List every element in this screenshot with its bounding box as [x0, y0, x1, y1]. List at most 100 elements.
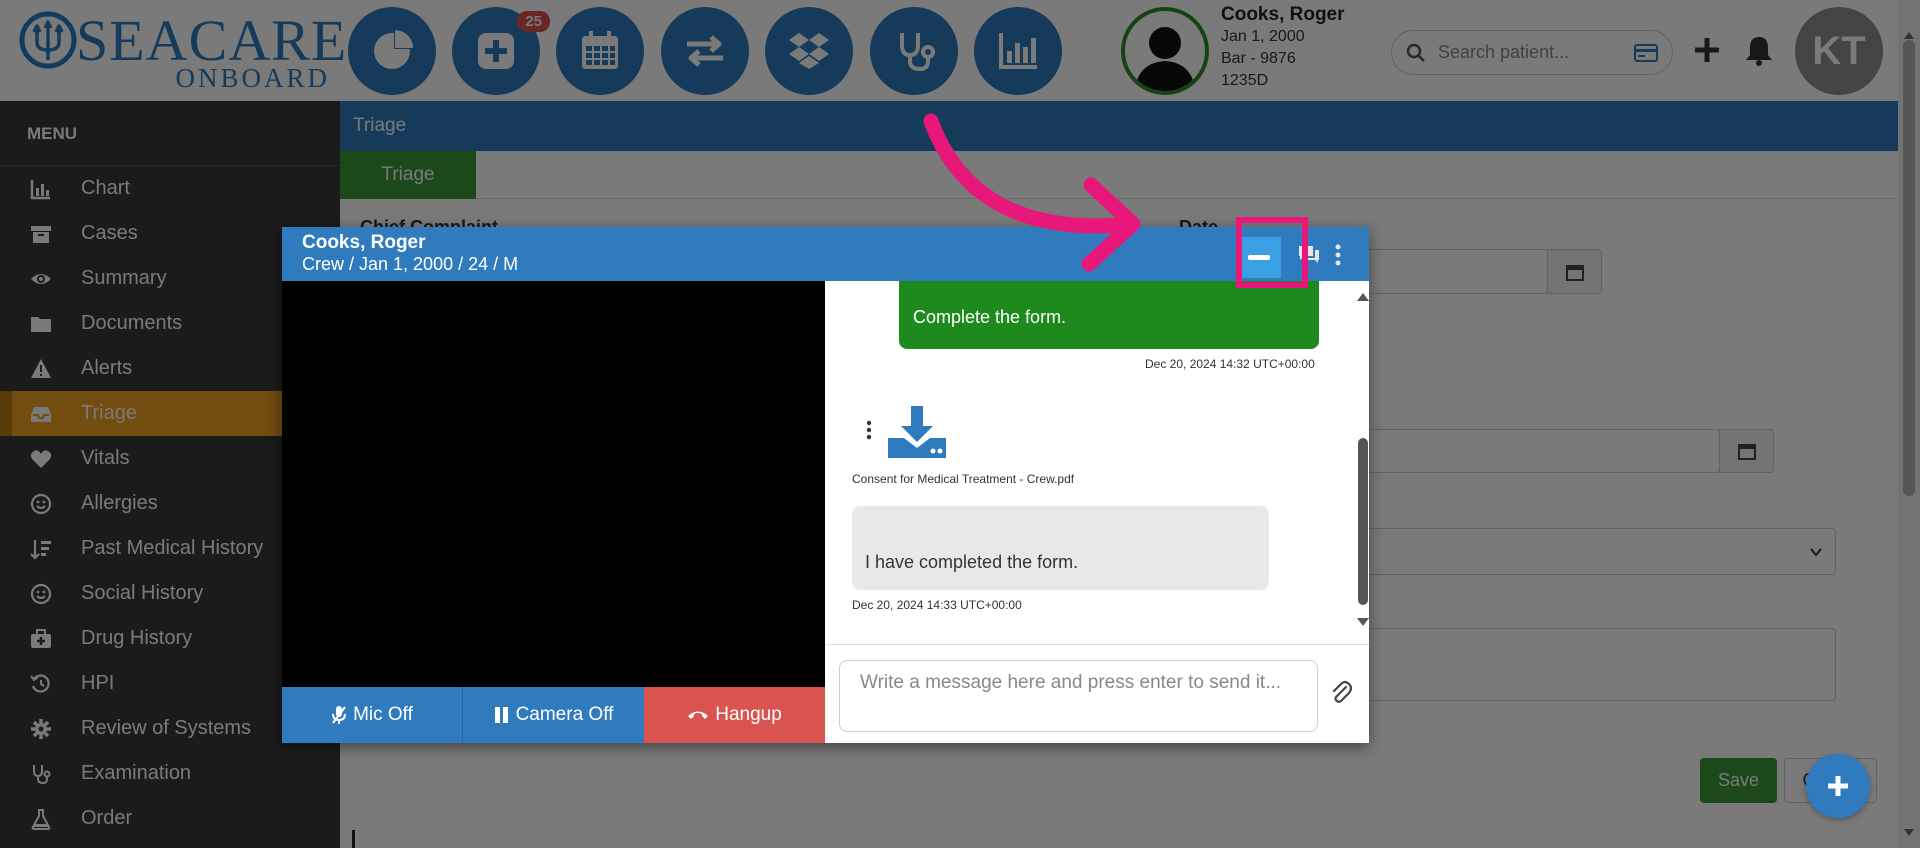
phone-hangup-icon	[688, 711, 709, 719]
bar-chart-icon	[30, 178, 52, 200]
floating-add-button[interactable]	[1806, 754, 1870, 818]
message-input[interactable]: Write a message here and press enter to …	[839, 660, 1318, 732]
call-patient-name: Cooks, Roger	[302, 232, 426, 253]
attachment-filename[interactable]: Consent for Medical Treatment - Crew.pdf	[852, 472, 1074, 486]
calendar-icon	[582, 31, 618, 69]
notification-count-badge: 25	[517, 11, 550, 32]
brand-name: SEACARE	[76, 8, 348, 73]
chat-panel: Complete the form. Dec 20, 2024 14:32 UT…	[825, 281, 1369, 743]
outgoing-message: Complete the form.	[899, 281, 1319, 349]
calendar-icon	[1565, 264, 1584, 281]
chat-scroll-up-icon[interactable]	[1356, 292, 1370, 302]
calendar-icon	[1737, 444, 1756, 460]
download-icon[interactable]	[888, 406, 946, 458]
calendar-button[interactable]	[556, 7, 644, 95]
inbox-icon	[30, 403, 52, 425]
page-title: Triage	[340, 101, 1898, 151]
call-patient-details: Crew / Jan 1, 2000 / 24 / M	[302, 254, 519, 274]
patient-avatar[interactable]	[1121, 7, 1209, 95]
save-button[interactable]: Save	[1700, 758, 1777, 803]
analytics-button[interactable]	[974, 7, 1062, 95]
medkit-icon	[30, 628, 52, 650]
video-feed	[282, 281, 825, 687]
sidebar-item-label: Order	[81, 807, 133, 829]
bell-icon	[1746, 37, 1772, 66]
page-scroll-thumb[interactable]	[1903, 40, 1915, 496]
mic-off-label: Mic Off	[353, 704, 413, 725]
incoming-timestamp: Dec 20, 2024 14:33 UTC+00:00	[852, 598, 1022, 612]
sidebar-item-label: Chart	[81, 177, 130, 199]
scroll-down-icon[interactable]	[1903, 828, 1915, 838]
sidebar-item-order[interactable]: Order	[0, 796, 340, 841]
paperclip-icon[interactable]	[1330, 679, 1352, 705]
text-cursor	[352, 830, 355, 848]
history-icon	[30, 673, 52, 695]
sidebar-item-examination[interactable]: Examination	[0, 751, 340, 796]
datetime-picker-button[interactable]	[1719, 429, 1774, 473]
add-case-button[interactable]: 25	[452, 7, 550, 95]
trident-emblem-icon	[19, 11, 77, 69]
seacare-logo[interactable]: SEACARE ONBOARD	[18, 10, 346, 93]
search-input[interactable]: Search patient...	[1438, 42, 1634, 63]
plus-icon	[1695, 38, 1719, 62]
flask-icon	[30, 808, 52, 830]
scroll-up-icon[interactable]	[1903, 30, 1915, 40]
pie-chart-icon	[374, 28, 415, 69]
sidebar-item-label: Vitals	[81, 447, 130, 469]
page-scrollbar[interactable]	[1898, 0, 1920, 848]
dashboard-button[interactable]	[348, 7, 436, 95]
heart-icon	[30, 448, 52, 470]
chat-scroll-thumb[interactable]	[1358, 438, 1368, 605]
incoming-message: I have completed the form.	[852, 506, 1269, 590]
app-header: SEACARE ONBOARD 25 Cooks, Roger Jan 1, 2…	[0, 0, 1920, 101]
dropbox-icon	[789, 33, 829, 69]
chat-bubbles-icon[interactable]	[1297, 244, 1321, 264]
sidebar-item-label: Allergies	[81, 492, 158, 514]
stethoscope-icon	[30, 763, 52, 785]
search-icon	[1406, 43, 1425, 62]
sidebar-item-label: Triage	[81, 402, 137, 424]
transfer-button[interactable]	[661, 7, 749, 95]
add-button[interactable]	[1689, 32, 1725, 68]
smile-icon	[30, 583, 52, 605]
date-picker-button[interactable]	[1547, 249, 1602, 294]
chevron-down-icon	[1810, 548, 1822, 557]
brand-tagline: ONBOARD	[175, 63, 330, 93]
sidebar-item-label: Summary	[81, 267, 167, 289]
smile-icon	[30, 493, 52, 515]
dropbox-button[interactable]	[765, 7, 853, 95]
sidebar-item-label: Drug History	[81, 627, 193, 649]
patient-bar: Bar - 9876	[1221, 50, 1296, 67]
patient-info: Cooks, Roger Jan 1, 2000 Bar - 9876 1235…	[1221, 4, 1345, 92]
notifications-button[interactable]	[1741, 32, 1777, 68]
call-header[interactable]: Cooks, Roger Crew / Jan 1, 2000 / 24 / M	[282, 227, 1369, 281]
camera-off-button[interactable]: Camera Off	[463, 687, 644, 743]
stethoscope-icon	[900, 33, 935, 72]
patient-id: 1235D	[1221, 72, 1269, 89]
pause-icon	[494, 707, 508, 723]
hangup-button[interactable]: Hangup	[644, 687, 825, 743]
message-options-icon[interactable]	[866, 420, 872, 440]
medical-button[interactable]	[870, 7, 958, 95]
sidebar-item-label: Cases	[81, 222, 138, 244]
sidebar-item-label: Social History	[81, 582, 204, 604]
user-avatar[interactable]: KT	[1795, 7, 1883, 95]
folder-icon	[30, 313, 52, 335]
menu-title: MENU	[0, 101, 340, 166]
id-card-icon[interactable]	[1634, 43, 1658, 63]
patient-search[interactable]: Search patient...	[1391, 30, 1673, 75]
mic-off-button[interactable]: Mic Off	[282, 687, 463, 743]
chat-scroll-down-icon[interactable]	[1356, 617, 1370, 627]
minimize-icon	[1247, 255, 1270, 260]
tab-triage[interactable]: Triage	[340, 151, 476, 199]
person-silhouette-icon	[1135, 27, 1195, 91]
sidebar-item-chart[interactable]: Chart	[0, 166, 340, 211]
exchange-arrows-icon	[687, 35, 723, 67]
eye-icon	[30, 268, 52, 290]
hangup-label: Hangup	[715, 704, 782, 725]
sidebar-item-label: Past Medical History	[81, 537, 264, 559]
more-vertical-icon[interactable]	[1334, 243, 1342, 267]
camera-off-label: Camera Off	[515, 704, 614, 725]
plus-icon	[1828, 776, 1848, 796]
minimize-button[interactable]	[1236, 237, 1281, 278]
